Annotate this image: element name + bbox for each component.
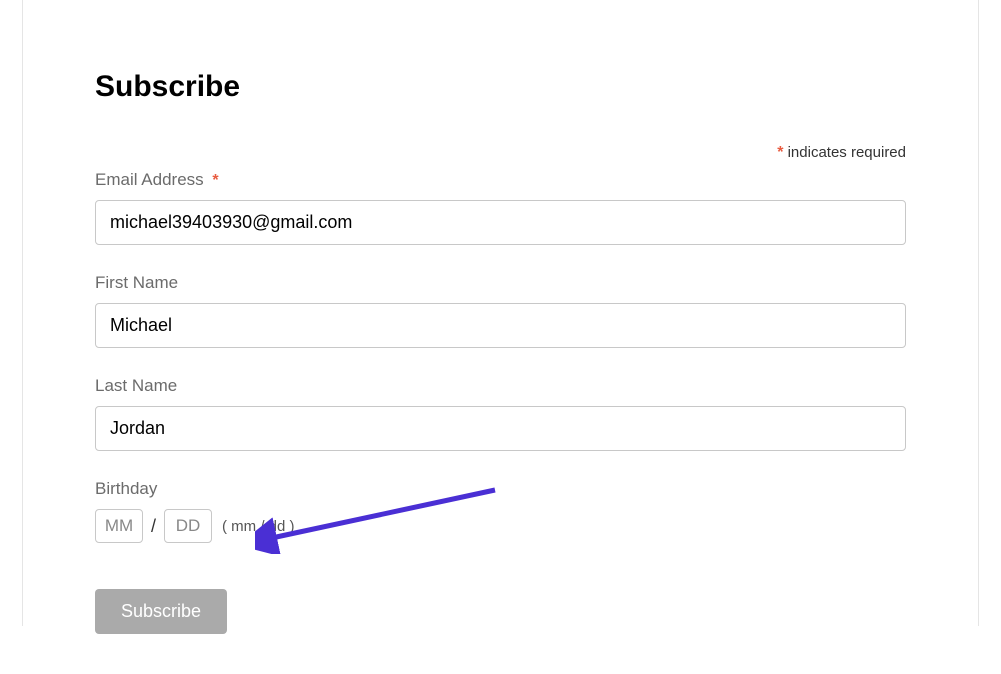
page-border-left xyxy=(22,0,23,626)
required-indicator-note: * indicates required xyxy=(95,144,906,162)
last-name-label: Last Name xyxy=(95,376,906,396)
email-field[interactable] xyxy=(95,200,906,245)
date-separator: / xyxy=(151,516,156,537)
first-name-field[interactable] xyxy=(95,303,906,348)
page-border-right xyxy=(978,0,979,626)
first-name-group: First Name xyxy=(95,273,906,348)
birthday-month-field[interactable] xyxy=(95,509,143,543)
email-label-text: Email Address xyxy=(95,170,208,189)
asterisk-icon: * xyxy=(212,172,218,189)
subscribe-form-container: Subscribe * indicates required Email Add… xyxy=(0,0,1001,674)
birthday-inputs: / ( mm / dd ) xyxy=(95,509,906,543)
birthday-format-hint: ( mm / dd ) xyxy=(222,518,295,535)
required-note-text: indicates required xyxy=(783,144,906,161)
first-name-label: First Name xyxy=(95,273,906,293)
birthday-label: Birthday xyxy=(95,479,906,499)
email-group: Email Address * xyxy=(95,170,906,245)
page-title: Subscribe xyxy=(95,70,906,104)
subscribe-button[interactable]: Subscribe xyxy=(95,589,227,634)
last-name-field[interactable] xyxy=(95,406,906,451)
birthday-group: Birthday / ( mm / dd ) xyxy=(95,479,906,543)
email-label: Email Address * xyxy=(95,170,906,190)
last-name-group: Last Name xyxy=(95,376,906,451)
birthday-day-field[interactable] xyxy=(164,509,212,543)
